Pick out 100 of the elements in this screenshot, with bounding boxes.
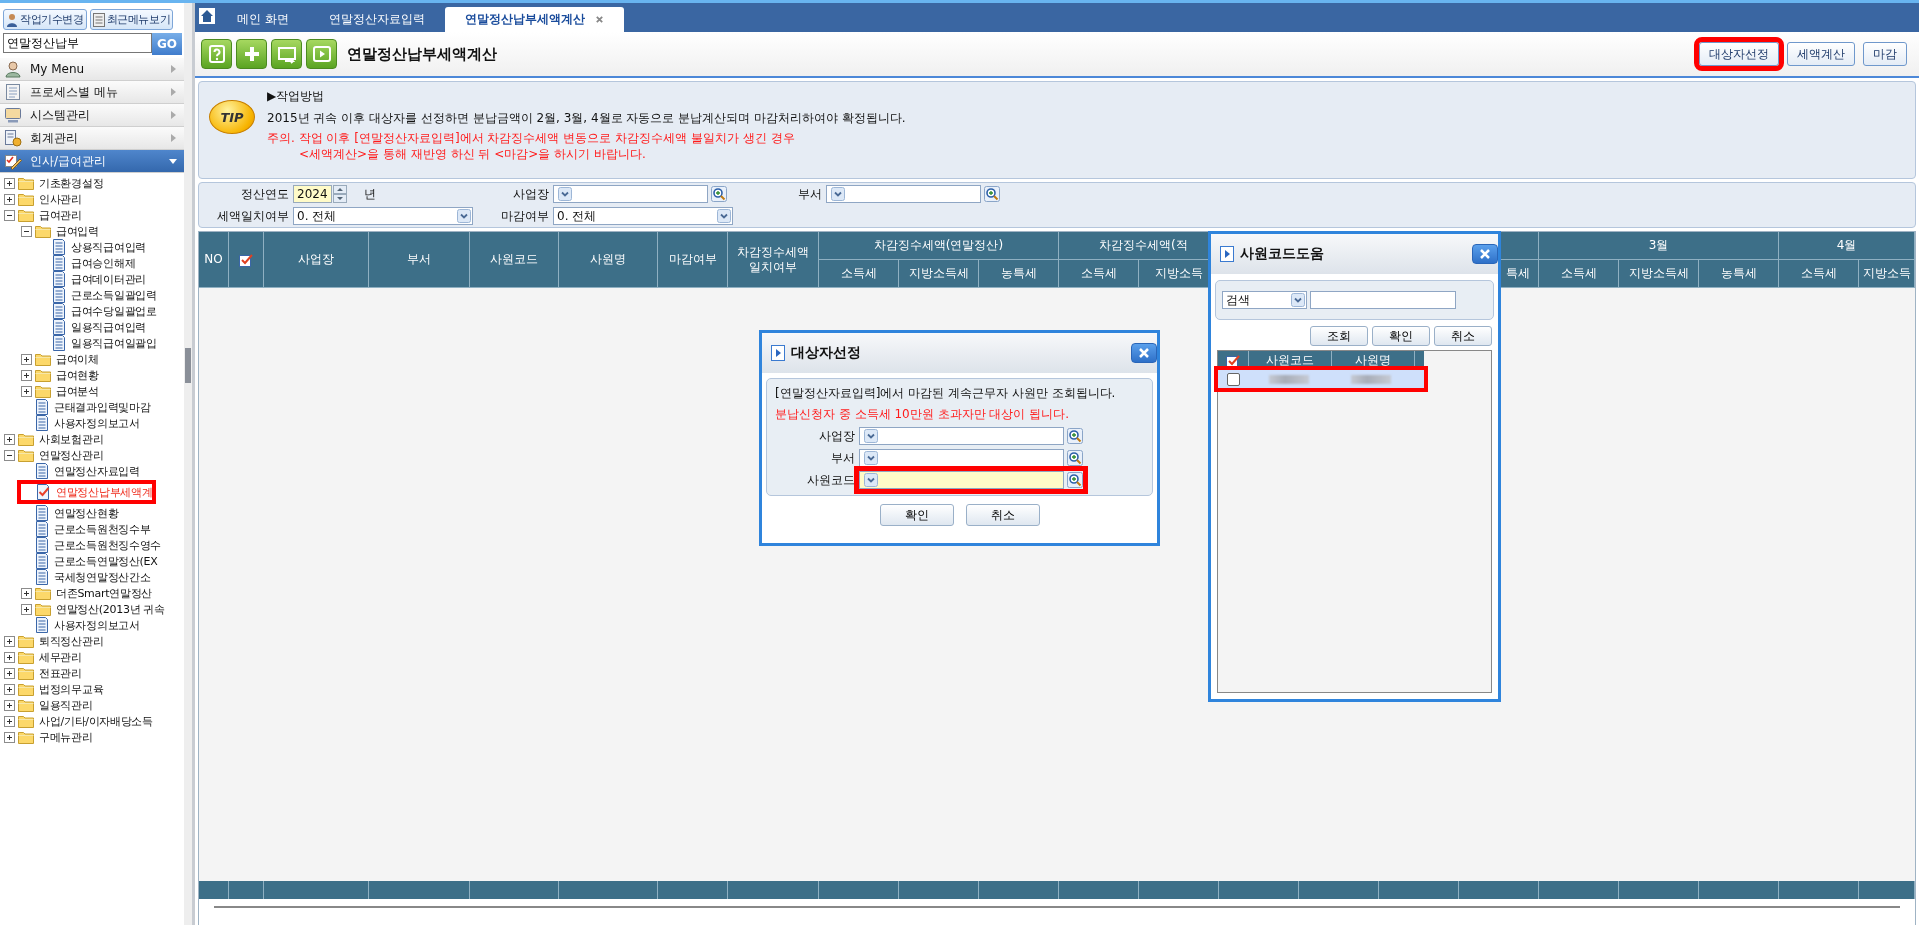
folder-icon: [18, 192, 34, 206]
tree-item[interactable]: 상용직급여입력: [38, 239, 146, 255]
dialog-button[interactable]: 확인: [1372, 326, 1430, 346]
play-icon: [1220, 246, 1234, 262]
document-icon: [35, 569, 49, 585]
close-button[interactable]: [1131, 343, 1157, 363]
lookup-button[interactable]: [711, 186, 727, 202]
tree-item[interactable]: 일용직급여일괄입: [38, 335, 157, 351]
expand-icon[interactable]: [4, 731, 15, 743]
tree-item[interactable]: 사업/기타/이자배당소득: [4, 713, 153, 729]
tree-item[interactable]: 연말정산(2013년 귀속: [21, 601, 165, 617]
tree-item[interactable]: 급여분석: [21, 383, 99, 399]
tree-item[interactable]: 급여현황: [21, 367, 99, 383]
screen-arrow-icon: [276, 44, 297, 64]
expand-icon[interactable]: [4, 651, 15, 663]
close-icon[interactable]: [594, 15, 604, 24]
tree-item[interactable]: 연말정산현황: [21, 505, 119, 521]
expand-icon[interactable]: [21, 369, 32, 381]
menu-search-field[interactable]: 연말정산납부: [3, 33, 152, 53]
expand-icon[interactable]: [21, 353, 32, 365]
expand-icon[interactable]: [21, 603, 32, 615]
expand-icon[interactable]: [4, 715, 15, 727]
ledger-icon: [4, 129, 22, 147]
play-button[interactable]: [306, 39, 337, 69]
checkbox-header-icon[interactable]: [239, 252, 253, 267]
tree-item[interactable]: 급여관리: [4, 207, 82, 223]
lookup-button[interactable]: [1067, 450, 1083, 466]
tree-item[interactable]: 더존Smart연말정산: [21, 585, 152, 601]
document-icon: [35, 553, 49, 569]
transfer-button[interactable]: [271, 39, 302, 69]
tree-item[interactable]: 근로소득일괄입력: [38, 287, 157, 303]
tree-item[interactable]: 근로소득원천징수영수: [21, 537, 161, 553]
tree-item[interactable]: 사용자정의보고서: [21, 415, 140, 431]
lookup-button[interactable]: [1067, 428, 1083, 444]
change-period-button[interactable]: 작업기수변경: [3, 9, 87, 30]
tree-item[interactable]: 퇴직정산관리: [4, 633, 104, 649]
tree-item[interactable]: 세무관리: [4, 649, 82, 665]
tree-item[interactable]: 급여입력: [21, 223, 99, 239]
collapse-icon[interactable]: [4, 209, 15, 221]
vertical-scrollbar[interactable]: [184, 3, 192, 925]
dropdown[interactable]: 검색: [1222, 291, 1307, 309]
tree-item[interactable]: 기초환경설정: [4, 175, 104, 191]
dialog-button[interactable]: 취소: [965, 504, 1040, 526]
expand-icon[interactable]: [4, 433, 15, 445]
tree-item[interactable]: 사용자정의보고서: [21, 617, 140, 633]
expand-icon[interactable]: [4, 699, 15, 711]
tab[interactable]: 연말정산납부세액계산: [444, 7, 624, 32]
home-icon: [199, 8, 215, 24]
tree-item[interactable]: 급여승인해제: [38, 255, 136, 271]
filter-label: 부서: [797, 185, 822, 203]
action-button[interactable]: 마감: [1863, 42, 1907, 66]
tree-item[interactable]: 근로소득연말정산(EX: [21, 553, 158, 569]
collapse-icon[interactable]: [21, 225, 32, 237]
tree-item[interactable]: 근태결과입력및마감: [21, 399, 151, 415]
add-button[interactable]: [236, 39, 267, 69]
dropdown[interactable]: [859, 449, 1064, 467]
menu-item[interactable]: 인사/급여관리: [0, 150, 184, 173]
dialog-button[interactable]: 취소: [1434, 326, 1492, 346]
dialog-button[interactable]: 조회: [1310, 326, 1368, 346]
menu-item[interactable]: 시스템관리: [0, 104, 184, 127]
expand-icon[interactable]: [4, 193, 15, 205]
tree-item[interactable]: 일용직관리: [4, 697, 93, 713]
tree-item[interactable]: 국세청연말정산간소: [21, 569, 151, 585]
search-icon: [1067, 450, 1083, 466]
checkbox[interactable]: [1226, 372, 1240, 386]
tree-item[interactable]: 연말정산자료입력: [21, 463, 140, 479]
dropdown[interactable]: 0. 전체: [293, 207, 473, 225]
tree-item[interactable]: 인사관리: [4, 191, 82, 207]
menu-item[interactable]: 프로세스별 메뉴: [0, 81, 184, 104]
expand-icon[interactable]: [4, 683, 15, 695]
close-button[interactable]: [1472, 244, 1498, 264]
dropdown[interactable]: 0. 전체: [553, 207, 733, 225]
collapse-icon[interactable]: [4, 449, 15, 461]
expand-icon[interactable]: [4, 635, 15, 647]
help-button[interactable]: [201, 39, 232, 69]
tab[interactable]: 메인 화면: [217, 7, 309, 32]
lookup-button[interactable]: [1067, 472, 1083, 488]
tree-item[interactable]: 급여데이터관리: [38, 271, 146, 287]
tree-item[interactable]: 급여수당일괄업로: [38, 303, 157, 319]
tree-item[interactable]: 사회보험관리: [4, 431, 104, 447]
tree-item[interactable]: 급여이체: [21, 351, 99, 367]
menu-item[interactable]: My Menu: [0, 58, 184, 81]
tree-item[interactable]: 근로소득원천징수부: [21, 521, 151, 537]
expand-icon[interactable]: [21, 385, 32, 397]
expand-icon[interactable]: [4, 667, 15, 679]
action-button[interactable]: 세액계산: [1787, 42, 1855, 66]
tree-item[interactable]: 일용직급여입력: [38, 319, 146, 335]
dialog-button[interactable]: 확인: [879, 504, 954, 526]
expand-icon[interactable]: [21, 587, 32, 599]
menu-item[interactable]: 회계관리: [0, 127, 184, 150]
spinner-arrows-icon[interactable]: [332, 185, 347, 203]
tree-item[interactable]: 법정의무교육: [4, 681, 104, 697]
search-field[interactable]: [1310, 291, 1456, 309]
tab[interactable]: 연말정산자료입력: [308, 7, 445, 32]
tree-item[interactable]: 연말정산관리: [4, 447, 104, 463]
lookup-button[interactable]: [984, 186, 1000, 202]
expand-icon[interactable]: [4, 177, 15, 189]
tree-item[interactable]: 구메뉴관리: [4, 729, 93, 745]
tree-item[interactable]: 전표관리: [4, 665, 82, 681]
recent-menu-button[interactable]: 최근메뉴보기: [89, 9, 174, 30]
